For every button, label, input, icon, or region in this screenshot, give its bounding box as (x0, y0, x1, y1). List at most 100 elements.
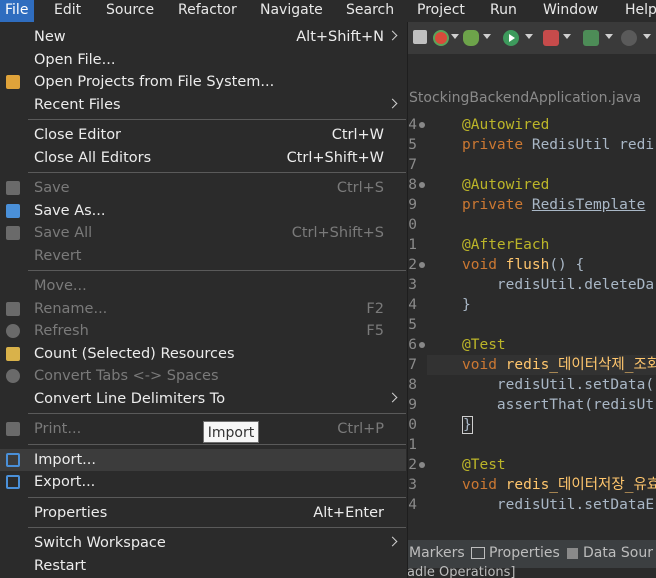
code-line: redisUtil.setDataE (462, 495, 654, 515)
new-server-icon[interactable] (583, 30, 599, 46)
menu-item-label: Export... (34, 474, 96, 490)
menu-separator (28, 413, 406, 414)
tab-data-source[interactable]: Data Sour (567, 545, 653, 561)
menu-item-open-projects-from-file-system[interactable]: Open Projects from File System... (0, 71, 406, 93)
menu-project[interactable]: Project (417, 0, 465, 22)
menu-item-rename: Rename... F2 (0, 298, 406, 320)
menu-item-move: Move... (0, 275, 406, 297)
menu-item-label: Close All Editors (34, 149, 152, 166)
save-as-icon (6, 203, 20, 218)
menu-item-count-selected-resources[interactable]: Count (Selected) Resources (0, 343, 406, 365)
menu-item-restart[interactable]: Restart (0, 555, 406, 577)
line-number: 8 (408, 177, 417, 193)
menu-item-close-all-editors[interactable]: Close All Editors Ctrl+Shift+W (0, 147, 406, 169)
save-all-icon (6, 226, 20, 240)
chevron-down-icon[interactable] (605, 34, 613, 39)
chevron-down-icon[interactable] (563, 34, 571, 39)
toolbar (407, 22, 656, 54)
coverage-icon[interactable] (433, 30, 449, 46)
menu-item-save-as[interactable]: Save As... (0, 200, 406, 222)
line-number: 0 (408, 217, 417, 233)
toolbar-arrow-icon[interactable] (413, 30, 427, 44)
chevron-right-icon (387, 30, 398, 41)
chevron-down-icon[interactable] (525, 34, 533, 39)
line-number: 7 (408, 157, 417, 173)
menu-file[interactable]: File (0, 0, 34, 22)
menu-help[interactable]: Help (625, 0, 656, 22)
menu-separator (28, 527, 406, 528)
menu-item-refresh: Refresh F5 (0, 320, 406, 342)
count-resources-icon (6, 346, 20, 361)
rename-icon (6, 301, 20, 316)
code-token: flush (505, 257, 550, 273)
code-line: @AfterEach (462, 235, 549, 255)
menu-item-label: Count (Selected) Resources (34, 345, 235, 362)
menu-item-switch-workspace[interactable]: Switch Workspace (0, 532, 406, 554)
menu-item-recent-files[interactable]: Recent Files (0, 94, 406, 116)
menu-run[interactable]: Run (490, 0, 517, 22)
menu-item-open-file[interactable]: Open File... (0, 49, 406, 71)
fold-icon[interactable] (419, 182, 425, 188)
menu-item-label: Restart (34, 557, 87, 574)
menu-item-label: Revert (34, 247, 82, 264)
code-line: } (462, 295, 471, 315)
code-token: redis_데이터삭제_조회 (505, 357, 656, 373)
menu-item-export[interactable]: Export... (0, 471, 406, 493)
code-editor[interactable]: 4 @Autowired 5 private RedisUtil redi 7 8 @Aut… (407, 110, 656, 540)
print-icon (6, 422, 20, 436)
tab-markers[interactable]: Markers (409, 545, 465, 561)
gradle-operations-label: adle Operations] (407, 566, 516, 578)
chevron-down-icon[interactable] (483, 34, 491, 39)
external-tools-icon[interactable] (543, 30, 559, 46)
file-menu: New Alt+Shift+N Open File... Open Projects … (0, 22, 408, 578)
code-token: redis_데이터저장_유효 (505, 477, 656, 493)
debug-bug-icon[interactable] (463, 30, 479, 46)
fold-icon[interactable] (419, 342, 425, 348)
menu-search[interactable]: Search (346, 0, 394, 22)
code-token: RedisTemplate (531, 197, 646, 213)
code-line: redisUtil.setData( (462, 375, 654, 395)
fold-icon[interactable] (419, 122, 425, 128)
line-number: 4 (408, 497, 417, 513)
menu-item-import[interactable]: Import... (0, 448, 406, 471)
menu-item-convert-line-delimiters-to[interactable]: Convert Line Delimiters To (0, 388, 406, 410)
menu-item-label: Switch Workspace (34, 535, 166, 551)
menu-item-label: Move... (34, 278, 87, 294)
line-number: 4 (408, 297, 417, 313)
code-token: @Test (462, 337, 506, 353)
chevron-down-icon[interactable] (643, 34, 651, 39)
line-number: 2 (408, 457, 417, 473)
code-line: private RedisTemplate (462, 195, 645, 215)
menu-item-label: Refresh (34, 323, 89, 339)
chevron-down-icon[interactable] (451, 34, 459, 39)
tooltip: Import (203, 421, 259, 443)
tab-properties[interactable]: Properties (471, 545, 560, 561)
menu-refactor[interactable]: Refactor (178, 0, 237, 22)
fold-icon[interactable] (419, 262, 425, 268)
editor-tab-strip: StockingBackendApplication.java (407, 86, 656, 111)
menu-item-new[interactable]: New Alt+Shift+N (0, 26, 406, 48)
menu-separator (28, 172, 406, 173)
menu-item-label: Recent Files (34, 96, 121, 113)
menu-item-close-editor[interactable]: Close Editor Ctrl+W (0, 124, 406, 146)
menu-separator (28, 270, 406, 271)
menu-item-shortcut: Ctrl+W (331, 127, 384, 143)
run-icon[interactable] (503, 30, 519, 46)
menu-window[interactable]: Window (543, 0, 598, 22)
menu-source[interactable]: Source (106, 0, 154, 22)
menu-navigate[interactable]: Navigate (260, 0, 323, 22)
menu-item-label: Open Projects from File System... (34, 74, 275, 90)
stop-icon[interactable] (621, 30, 637, 46)
code-token: @Test (462, 457, 506, 473)
tab-properties-label: Properties (489, 545, 560, 561)
convert-tabs-icon (6, 369, 20, 383)
menu-item-properties[interactable]: Properties Alt+Enter (0, 502, 406, 524)
fold-icon[interactable] (419, 462, 425, 468)
menu-item-label: Close Editor (34, 127, 122, 143)
editor-tab-title[interactable]: StockingBackendApplication.java (409, 86, 641, 110)
code-token: redisUtil.setDataE (462, 497, 655, 513)
line-number: 2 (408, 257, 417, 273)
menu-item-label: Convert Line Delimiters To (34, 390, 226, 407)
menu-item-convert-tabs-spaces: Convert Tabs <-> Spaces (0, 365, 406, 387)
menu-edit[interactable]: Edit (54, 0, 81, 22)
